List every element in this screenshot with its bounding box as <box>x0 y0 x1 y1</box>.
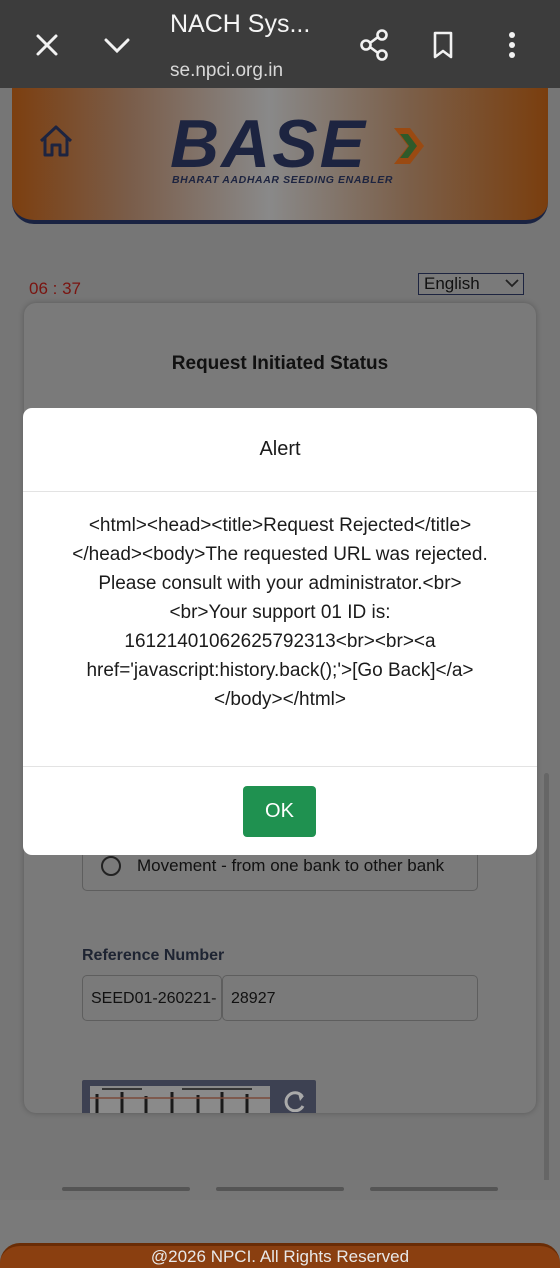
url-text[interactable]: se.npci.org.in <box>170 60 283 82</box>
reference-number-label: Reference Number <box>82 947 225 964</box>
logo-arrow-icon <box>394 128 424 164</box>
language-select-value: English <box>424 274 480 293</box>
radio-button[interactable] <box>101 856 121 876</box>
alert-dialog: Alert <html><head><title>Request Rejecte… <box>23 408 537 855</box>
chevron-down-icon[interactable] <box>100 28 134 62</box>
close-icon[interactable] <box>30 28 64 62</box>
share-icon[interactable] <box>356 27 392 63</box>
alert-message-line: href='javascript:history.back();'>[Go Ba… <box>86 660 474 681</box>
card-scrollbar[interactable] <box>544 773 549 1193</box>
nav-handle-right <box>370 1187 498 1191</box>
alert-message-line: </body></html> <box>213 689 347 710</box>
system-nav-bar <box>0 1180 560 1200</box>
captcha-image <box>82 1080 316 1113</box>
alert-message: <html><head><title>Request Rejected</tit… <box>53 511 507 714</box>
reference-number-field[interactable]: 28927 <box>222 975 478 1021</box>
base-logo: BASE BHARAT AADHAAR SEEDING ENABLER <box>170 108 438 188</box>
session-timer: 06 : 37 <box>29 279 81 298</box>
nav-handle-left <box>62 1187 190 1191</box>
home-icon[interactable] <box>38 124 74 163</box>
nav-handle-center[interactable] <box>216 1187 344 1191</box>
reference-prefix-field[interactable]: SEED01-260221- <box>82 975 222 1021</box>
ok-button[interactable]: OK <box>243 786 316 837</box>
refresh-captcha-icon[interactable] <box>282 1090 308 1112</box>
alert-message-line: <br>Your support 01 ID is: <box>169 602 391 623</box>
card-title: Request Initiated Status <box>171 353 389 374</box>
more-options-icon[interactable] <box>498 27 526 63</box>
alert-message-line: </head><body>The requested URL was rejec… <box>72 544 488 565</box>
bookmark-icon[interactable] <box>426 27 460 63</box>
alert-message-line: 16121401062625792313<br><br><a <box>124 631 436 652</box>
alert-footer: OK <box>23 766 537 856</box>
radio-label: Movement - from one bank to other bank <box>137 856 445 875</box>
header-banner: BASE BHARAT AADHAAR SEEDING ENABLER <box>12 88 548 224</box>
alert-message-line: Please consult with your administrator.<… <box>98 573 462 594</box>
language-select[interactable]: English <box>418 273 524 295</box>
alert-title: Alert <box>259 438 301 460</box>
browser-toolbar: NACH Sys... se.npci.org.in <box>0 0 560 88</box>
chevron-down-icon <box>505 279 519 288</box>
alert-message-line: <html><head><title>Request Rejected</tit… <box>88 515 472 536</box>
footer: @2026 NPCI. All Rights Reserved <box>0 1243 560 1268</box>
page-title: NACH Sys... <box>170 10 311 38</box>
alert-header: Alert <box>23 408 537 492</box>
